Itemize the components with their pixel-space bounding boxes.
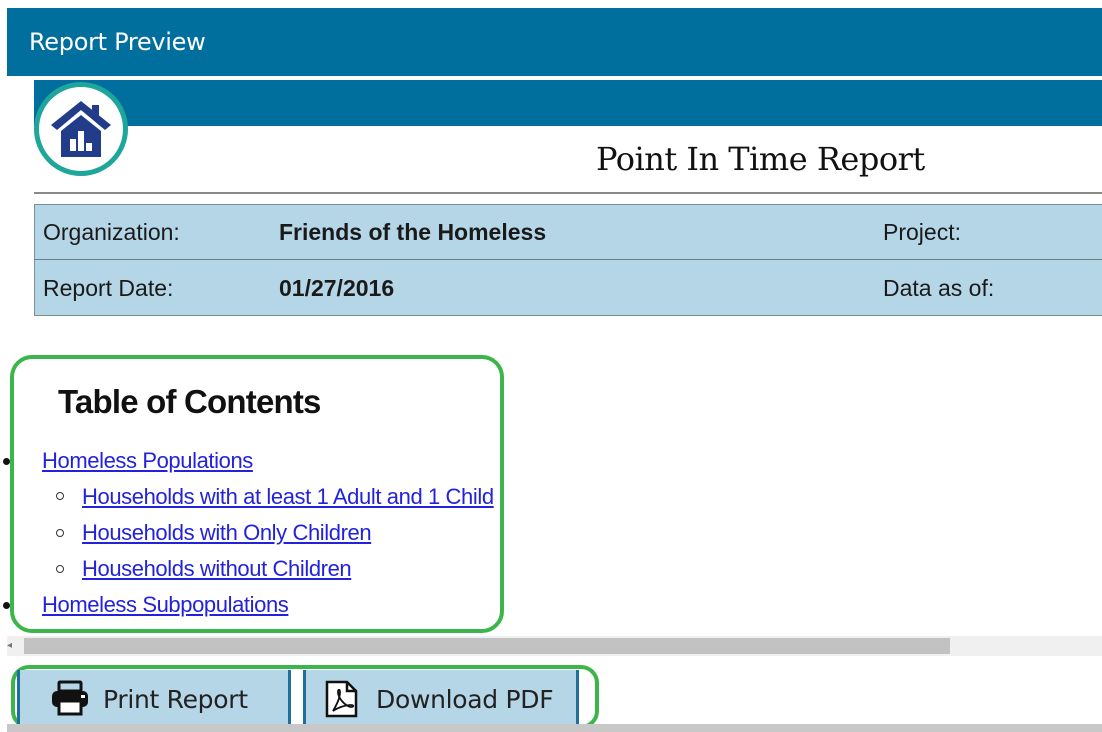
toc-item-only-children[interactable]: Households with Only Children <box>82 520 372 546</box>
download-pdf-button[interactable]: Download PDF <box>303 670 579 726</box>
toc-item-homeless-subpopulations[interactable]: Homeless Subpopulations <box>42 592 289 618</box>
organization-value: Friends of the Homeless <box>279 219 547 245</box>
bottom-divider <box>7 724 1102 732</box>
toc-sub-bullet <box>56 529 64 537</box>
toc-item-homeless-populations[interactable]: Homeless Populations <box>42 448 253 474</box>
house-chart-icon <box>51 101 111 157</box>
toc-bullet <box>3 602 10 609</box>
printer-icon <box>50 680 90 722</box>
scroll-left-arrow-icon[interactable]: ◂ <box>7 640 12 651</box>
toc-item-adult-and-child[interactable]: Households with at least 1 Adult and 1 C… <box>82 484 494 510</box>
pdf-file-icon <box>323 680 359 724</box>
toc-link[interactable]: Homeless Subpopulations <box>42 592 289 617</box>
toc-sub-bullet <box>56 492 64 500</box>
data-as-of-label: Data as of: <box>883 275 995 301</box>
logo <box>34 82 128 176</box>
toc-bullet <box>3 458 10 465</box>
window-titlebar: Report Preview <box>7 8 1102 76</box>
toc-link[interactable]: Households with Only Children <box>82 520 372 545</box>
organization-label: Organization: <box>43 219 180 245</box>
report-header-banner <box>34 80 1102 126</box>
report-info-table: Organization: Friends of the Homeless Pr… <box>34 204 1102 316</box>
window-title: Report Preview <box>29 28 206 56</box>
toc-item-without-children[interactable]: Households without Children <box>82 556 352 582</box>
toc-link[interactable]: Households with at least 1 Adult and 1 C… <box>82 484 494 509</box>
toc-sub-bullet <box>56 565 64 573</box>
title-divider <box>34 192 1102 194</box>
toc-link[interactable]: Households without Children <box>82 556 352 581</box>
info-row-report-date: Report Date: 01/27/2016 Data as of: <box>35 261 1102 316</box>
print-report-button[interactable]: Print Report <box>17 670 291 726</box>
report-title: Point In Time Report <box>596 140 925 178</box>
print-report-label: Print Report <box>103 685 248 714</box>
toc-link[interactable]: Homeless Populations <box>42 448 253 473</box>
project-label: Project: <box>883 219 961 245</box>
report-date-value: 01/27/2016 <box>279 275 395 301</box>
scrollbar-thumb[interactable] <box>24 638 950 654</box>
info-row-organization: Organization: Friends of the Homeless Pr… <box>35 205 1102 260</box>
report-date-label: Report Date: <box>43 275 174 301</box>
download-pdf-label: Download PDF <box>376 685 554 714</box>
toc-heading: Table of Contents <box>58 383 321 420</box>
